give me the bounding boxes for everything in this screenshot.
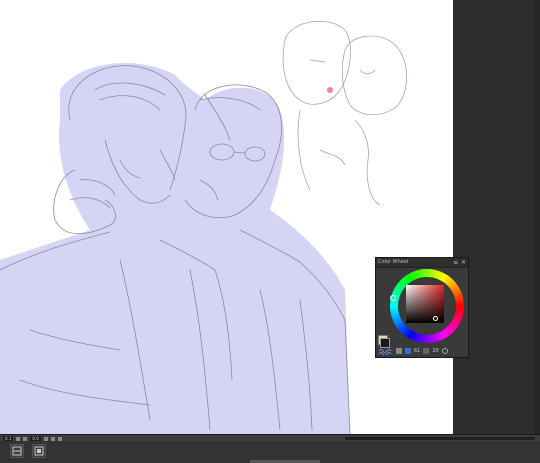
- sv-marker[interactable]: [433, 316, 438, 321]
- reset-rotation-icon[interactable]: [57, 436, 62, 441]
- rotate-left-icon[interactable]: [43, 436, 48, 441]
- v-mode-icon[interactable]: [423, 348, 430, 354]
- palette-titlebar[interactable]: Color Wheel ≡ ✕: [376, 258, 468, 268]
- clip-studio-window: Color Wheel ≡ ✕ 61 20 0.1 0.0: [0, 0, 540, 463]
- palette-status-row: 61 20: [376, 345, 468, 357]
- wave-icon[interactable]: [379, 348, 393, 355]
- sketch-artwork: [0, 20, 407, 434]
- horizontal-scrollbar[interactable]: [345, 437, 535, 440]
- color-wheel-palette[interactable]: Color Wheel ≡ ✕ 61 20: [375, 257, 469, 358]
- hue-marker[interactable]: [390, 295, 396, 301]
- value-b: 20: [432, 348, 439, 354]
- right-dock-edge: [535, 0, 540, 434]
- workspace: Color Wheel ≡ ✕ 61 20: [0, 0, 540, 434]
- color-wheel[interactable]: [390, 269, 464, 343]
- saturation-value-square[interactable]: [406, 285, 444, 323]
- layer-panel-icon[interactable]: [10, 444, 24, 458]
- drawing-canvas[interactable]: [0, 0, 453, 434]
- bottom-toolbar: [0, 441, 540, 463]
- hue-mode-icon[interactable]: [405, 348, 411, 354]
- zoom-in-icon[interactable]: [23, 436, 28, 441]
- blush-mark: [327, 87, 333, 93]
- close-icon[interactable]: ✕: [461, 258, 466, 267]
- rotate-right-icon[interactable]: [50, 436, 55, 441]
- navigator-icon[interactable]: [32, 444, 46, 458]
- palette-menu-icon[interactable]: ≡: [453, 258, 458, 267]
- value-a: 61: [414, 348, 421, 354]
- background-doodle: [282, 20, 407, 206]
- zoom-out-icon[interactable]: [16, 436, 21, 441]
- settings-icon[interactable]: [441, 348, 448, 354]
- hsv-mode-icon[interactable]: [396, 348, 402, 354]
- palette-title: Color Wheel: [378, 259, 409, 265]
